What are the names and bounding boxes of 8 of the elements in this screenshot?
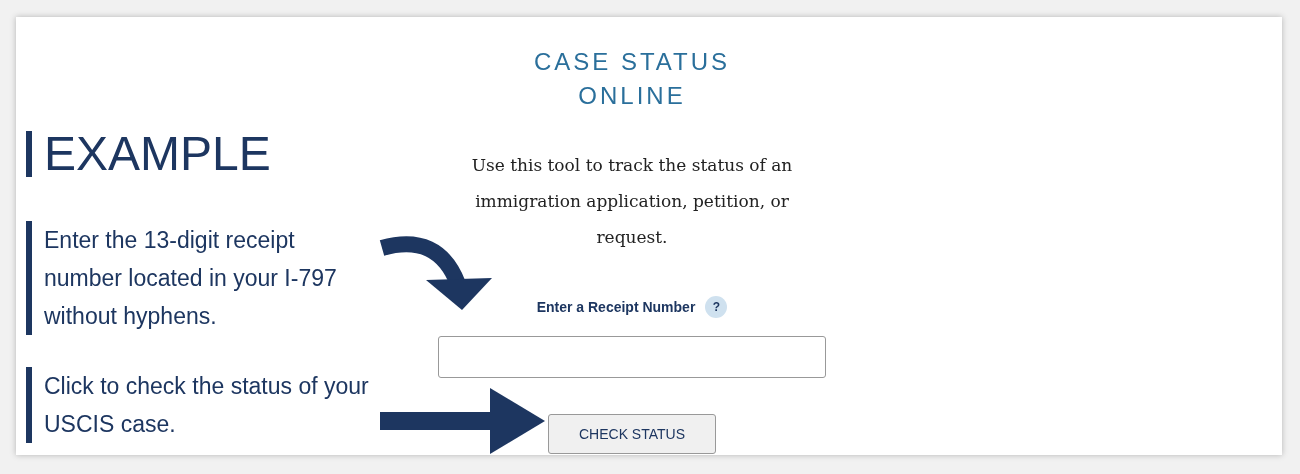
page-title: CASE STATUS ONLINE [532, 47, 732, 111]
annotation-note: Enter the 13-digit receipt number located in your I-797 without hyphens. [26, 221, 366, 335]
description-text: Use this tool to track the status of an immigration application, petition, or request. [470, 154, 794, 249]
help-icon[interactable]: ? [705, 296, 728, 318]
check-status-button[interactable]: CHECK STATUS [548, 414, 716, 454]
field-label: Enter a Receipt Number [536, 299, 696, 315]
example-heading: EXAMPLE [26, 131, 422, 177]
receipt-number-field[interactable] [438, 336, 826, 378]
